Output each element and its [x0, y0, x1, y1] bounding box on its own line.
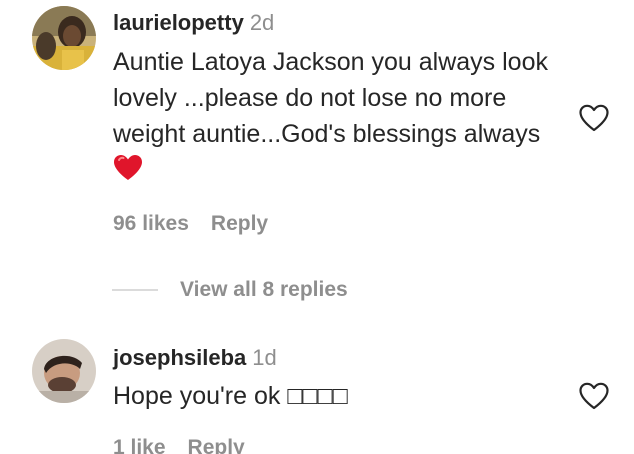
red-heart-icon: [114, 155, 142, 180]
comment-meta: 1 like Reply: [113, 436, 245, 454]
comment-text: Hope you're ok □□□□: [113, 378, 568, 414]
likes-count[interactable]: 96 likes: [113, 212, 189, 235]
avatar[interactable]: [32, 6, 96, 70]
comment-text: Auntie Latoya Jackson you always look lo…: [113, 44, 568, 188]
comment-body: Auntie Latoya Jackson you always look lo…: [113, 48, 548, 148]
username-text[interactable]: josephsileba: [113, 345, 246, 370]
comment-time: 2d: [249, 10, 275, 35]
comment-meta: 96 likes Reply: [113, 212, 268, 236]
likes-count[interactable]: 1 like: [113, 436, 166, 454]
heart-outline-icon: [579, 104, 609, 132]
comment-time: 1d: [252, 345, 277, 370]
view-replies-row[interactable]: View all 8 replies: [112, 278, 348, 302]
heart-outline-icon: [579, 382, 609, 410]
view-replies-button[interactable]: View all 8 replies: [180, 278, 348, 302]
avatar-image-josephsileba: [32, 339, 96, 403]
avatar[interactable]: [32, 339, 96, 403]
like-button[interactable]: [578, 381, 610, 411]
avatar-image-laurielopetty: [32, 6, 96, 70]
replies-divider: [112, 289, 158, 291]
reply-button[interactable]: Reply: [188, 436, 245, 454]
comments-section: laurielopetty 2d Auntie Latoya Jackson yo…: [0, 0, 634, 454]
like-button[interactable]: [578, 103, 610, 133]
comment-body: Hope you're ok □□□□: [113, 382, 348, 410]
comment-username[interactable]: laurielopetty 2d: [113, 10, 274, 36]
reply-button[interactable]: Reply: [211, 212, 268, 235]
username-text[interactable]: laurielopetty: [113, 10, 244, 35]
comment-username[interactable]: josephsileba 1d: [113, 345, 277, 371]
